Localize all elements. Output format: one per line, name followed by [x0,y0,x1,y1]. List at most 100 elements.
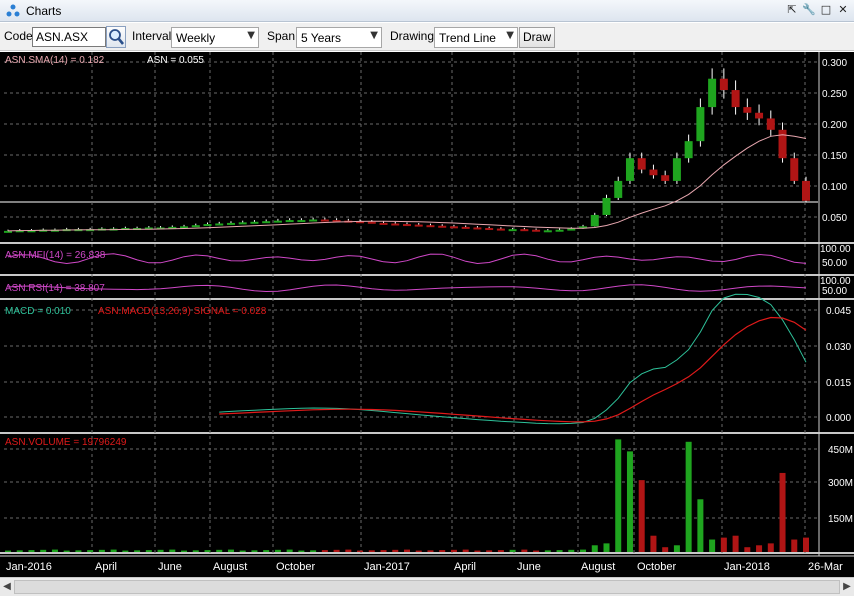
candle-body [590,214,599,227]
candle-body [485,228,494,231]
mfi-tick: 100.00 [820,244,851,255]
volume-bar [732,535,739,552]
rsi-line [7,284,807,293]
macd-signal-label: ASN.MACD(13,26,9) SIGNAL = 0.028 [98,306,267,317]
candle-body [414,224,423,227]
price-tick: 0.100 [822,182,847,193]
candle-body [637,158,646,170]
maximize-icon[interactable]: □ [819,3,833,18]
candle-body [461,226,470,229]
volume-bar [169,549,176,552]
macd-line [219,293,807,425]
price-tick: 0.050 [822,213,847,224]
volume-bar [697,499,704,552]
candle-body [297,220,306,223]
candle-body [508,229,517,232]
scroll-right-icon[interactable]: ▶ [840,580,854,594]
popout-icon[interactable]: ⇱ [785,3,799,18]
chart-grid [4,52,818,556]
volume-bar [568,549,575,552]
volume-bar [51,549,58,552]
candle-body [555,229,564,232]
candle-body [567,228,576,231]
settings-wrench-icon[interactable]: 🔧 [802,3,816,18]
volume-bar [404,549,410,552]
volume-bar [450,549,457,552]
panel-frames [0,52,854,557]
close-icon[interactable]: ✕ [836,3,850,18]
span-select[interactable]: 5 Years ▼ [296,27,382,48]
horizontal-scrollbar[interactable]: ◀ ▶ [0,577,854,596]
macd-tick: 0.015 [826,378,851,389]
volume-bar [227,549,234,552]
last-price-label: ASN = 0.055 [147,55,204,66]
candle-body [719,78,728,91]
volume-bar [333,549,340,552]
drawing-select[interactable]: Trend Line ▼ [434,27,518,48]
mfi-axis: 100.00 50.00 [820,244,851,269]
price-tick: 0.200 [822,120,847,131]
scrollbar-thumb[interactable] [14,580,840,594]
sma-label: ASN.SMA(14) = 0.182 [5,55,105,66]
chevron-down-icon: ▼ [247,30,255,41]
code-input[interactable] [32,27,106,47]
volume-bar [650,535,657,552]
volume-bar [638,480,645,552]
macd-signal-line [219,316,807,423]
volume-bar [580,549,587,552]
volume-bar [673,545,680,552]
volume-bar [204,550,211,552]
candle-body [226,222,235,225]
price-axis: 0.300 0.250 0.200 0.150 0.100 0.050 [822,58,847,224]
volume-bar [63,550,70,552]
scroll-left-icon[interactable]: ◀ [0,580,14,594]
search-button[interactable] [106,26,126,48]
volume-bar [98,549,105,552]
chart-canvas[interactable]: ASN.SMA(14) = 0.182 ASN = 0.055 ASN.MFI(… [0,52,854,577]
candle-body [696,107,705,142]
x-tick: Jan-2017 [364,561,410,573]
candle-body [285,220,294,223]
chart-svg[interactable]: ASN.SMA(14) = 0.182 ASN = 0.055 ASN.MFI(… [0,52,854,577]
x-tick: April [95,561,117,573]
candle-body [790,158,799,181]
volume-bar [274,549,281,552]
candle-body [473,227,482,230]
volume-bar [368,550,375,552]
code-label: Code [4,29,33,43]
volume-bar [767,543,774,552]
candle-body [250,221,259,224]
volume-bar [685,441,692,552]
volume-bar [181,550,188,552]
candle-body [649,169,658,176]
charts-app-icon [6,4,20,17]
volume-bar [321,550,328,552]
volume-bar [134,550,141,552]
chevron-down-icon: ▼ [506,30,514,41]
volume-bar [626,451,633,552]
mfi-line [7,253,807,265]
x-tick: Jan-2018 [724,561,770,573]
candle-body [520,229,529,232]
window-titlebar: Charts ⇱ 🔧 □ ✕ [0,0,854,22]
macd-label: MACD = 0.010 [5,306,71,317]
volume-bar [239,550,246,552]
draw-button[interactable]: Draw [519,27,555,48]
interval-select[interactable]: Weekly ▼ [171,27,259,48]
candle-body [379,222,388,225]
volume-bar [298,550,305,552]
volume-bar [486,550,493,552]
volume-bar [28,550,35,552]
volume-bar [345,549,352,552]
x-tick: June [158,561,182,573]
x-tick: Jan-2016 [6,561,52,573]
candle-body [755,112,764,119]
rsi-tick: 50.00 [822,286,847,297]
mfi-tick: 50.00 [822,258,847,269]
candle-body [238,222,247,225]
chevron-down-icon: ▼ [370,30,378,41]
volume-bar [110,549,117,552]
volume-bar [662,547,669,552]
volume-bar [744,547,751,552]
volume-bar [216,549,223,552]
